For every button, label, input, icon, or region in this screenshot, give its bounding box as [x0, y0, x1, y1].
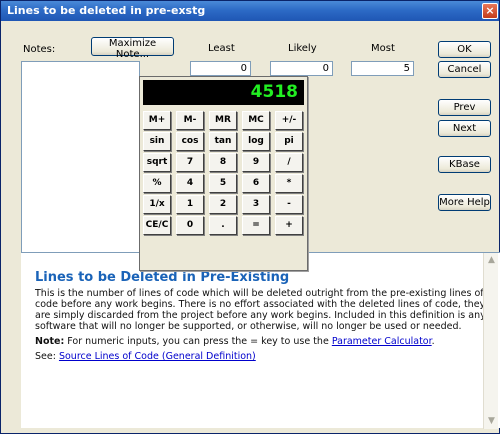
calc-key[interactable]: 8	[209, 153, 237, 172]
calc-key[interactable]: sin	[143, 132, 171, 151]
note-text: For numeric inputs, you can press the = …	[67, 336, 329, 347]
calc-key[interactable]: 1	[176, 195, 204, 214]
calc-key[interactable]: sqrt	[143, 153, 171, 172]
note-label: Note:	[35, 336, 65, 347]
least-label: Least	[208, 43, 235, 54]
calc-key[interactable]: log	[242, 132, 270, 151]
calc-key[interactable]: M-	[176, 111, 204, 130]
calc-key[interactable]: -	[275, 195, 303, 214]
calc-key[interactable]: 0	[176, 216, 204, 235]
notes-textarea[interactable]	[21, 61, 140, 254]
least-input[interactable]: 0	[190, 61, 251, 76]
parameter-calculator: 4518 M+ M- MR MC +/- sin cos tan log pi sqrt 7 8 9 /% 4…	[139, 76, 308, 271]
likely-label: Likely	[288, 43, 317, 54]
notes-label: Notes:	[23, 44, 56, 55]
calc-key[interactable]: +/-	[275, 111, 303, 130]
calc-key[interactable]: +	[275, 216, 303, 235]
ok-button[interactable]: OK	[438, 41, 491, 58]
calc-key[interactable]: pi	[275, 132, 303, 151]
calc-key[interactable]: MC	[242, 111, 270, 130]
window-title: Lines to be deleted in pre-exstg	[7, 4, 206, 17]
note-end: .	[431, 336, 435, 347]
calc-key[interactable]: tan	[209, 132, 237, 151]
calc-key[interactable]: cos	[176, 132, 204, 151]
likely-input[interactable]: 0	[270, 61, 333, 76]
calc-key[interactable]: 7	[176, 153, 204, 172]
scroll-down-arrow-icon[interactable]: ▼	[484, 414, 499, 429]
calc-key[interactable]: =	[242, 216, 270, 235]
next-button[interactable]: Next	[438, 120, 491, 137]
calc-key[interactable]: 3	[242, 195, 270, 214]
kbase-button[interactable]: KBase	[438, 156, 491, 173]
calc-key[interactable]: 4	[176, 174, 204, 193]
calc-key[interactable]: %	[143, 174, 171, 193]
calc-key[interactable]: /	[275, 153, 303, 172]
help-body: This is the number of lines of code whic…	[35, 288, 486, 332]
title-bar: Lines to be deleted in pre-exstg ×	[1, 1, 499, 21]
calc-display: 4518	[143, 80, 304, 105]
dialog-window: Lines to be deleted in pre-exstg × Notes…	[0, 0, 500, 434]
help-content: Lines to be Deleted in Pre-Existing This…	[35, 265, 490, 362]
calc-key[interactable]: 2	[209, 195, 237, 214]
parameter-calculator-link[interactable]: Parameter Calculator	[332, 336, 432, 347]
calc-key[interactable]: CE/C	[143, 216, 171, 235]
cancel-button[interactable]: Cancel	[438, 61, 491, 78]
most-input[interactable]: 5	[351, 61, 414, 76]
scroll-up-arrow-icon[interactable]: ▲	[484, 253, 499, 268]
help-note: Note: For numeric inputs, you can press …	[35, 336, 490, 347]
most-label: Most	[371, 43, 395, 54]
source-lines-link[interactable]: Source Lines of Code (General Definition…	[59, 351, 256, 362]
prev-button[interactable]: Prev	[438, 99, 491, 116]
help-title: Lines to be Deleted in Pre-Existing	[35, 270, 290, 285]
close-button[interactable]: ×	[482, 3, 498, 19]
more-help-button[interactable]: More Help	[438, 194, 491, 211]
calc-key[interactable]: 6	[242, 174, 270, 193]
see-label: See:	[35, 351, 56, 362]
calc-key[interactable]: 1/x	[143, 195, 171, 214]
calc-key[interactable]: *	[275, 174, 303, 193]
calc-key[interactable]: M+	[143, 111, 171, 130]
help-pane: Lines to be Deleted in Pre-Existing This…	[21, 252, 500, 428]
help-see: See: Source Lines of Code (General Defin…	[35, 351, 490, 362]
calc-key[interactable]: .	[209, 216, 237, 235]
calc-key[interactable]: MR	[209, 111, 237, 130]
help-scrollbar[interactable]: ▲ ▼	[483, 253, 498, 429]
calc-key[interactable]: 5	[209, 174, 237, 193]
maximize-note-button[interactable]: Maximize Note...	[91, 37, 174, 60]
calc-key[interactable]: 9	[242, 153, 270, 172]
